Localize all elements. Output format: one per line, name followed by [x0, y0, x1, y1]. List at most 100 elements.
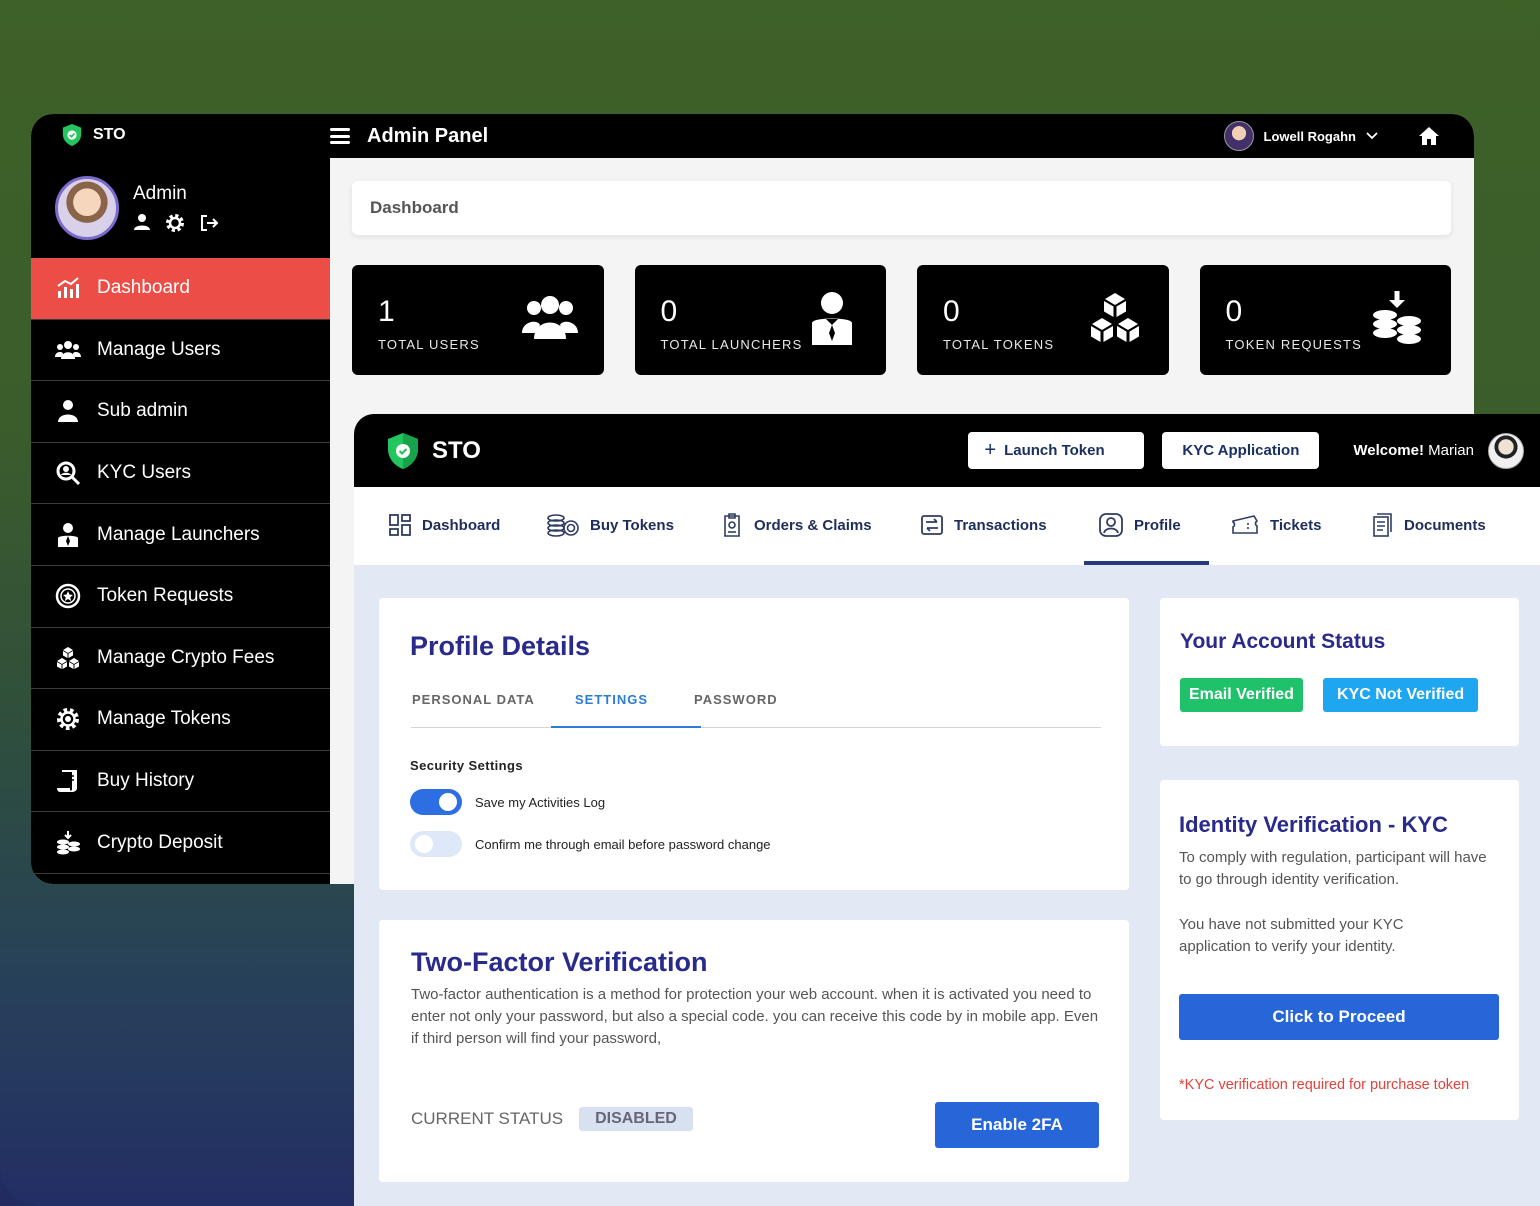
nav-documents[interactable]: Documents — [1372, 511, 1486, 539]
avatar[interactable] — [55, 176, 119, 240]
menu-toggle-icon[interactable] — [330, 128, 350, 144]
stat-value: 0 — [943, 295, 960, 328]
sidebar-item-manage-launchers[interactable]: Manage Launchers — [31, 504, 330, 566]
nav-profile[interactable]: Profile — [1098, 511, 1181, 539]
gear-icon — [57, 708, 79, 731]
sidebar-item-kyc-users[interactable]: KYC Users — [31, 442, 330, 505]
user-search-icon — [56, 461, 81, 486]
sidebar-item-label: Crypto Deposit — [97, 831, 223, 853]
admin-user-name: Admin — [133, 183, 187, 204]
status-badge: DISABLED — [579, 1107, 693, 1131]
admin-sidebar: STO Admin Dashboard Manage Users Sub adm… — [31, 114, 330, 884]
account-status-title: Your Account Status — [1180, 630, 1386, 653]
sidebar-item-label: KYC Users — [97, 462, 191, 484]
active-tab-indicator — [1084, 561, 1209, 565]
admin-topbar: Admin Panel Lowell Rogahn — [330, 114, 1474, 158]
breadcrumb: Dashboard — [352, 181, 1451, 235]
avatar[interactable] — [1223, 121, 1254, 151]
two-factor-status: CURRENT STATUS DISABLED — [411, 1107, 693, 1131]
toggle-label: Save my Activities Log — [475, 794, 606, 810]
activities-log-toggle[interactable] — [410, 789, 462, 815]
nav-buy-tokens[interactable]: Buy Tokens — [546, 511, 674, 539]
user-nav: Dashboard Buy Tokens Orders & Claims Tra… — [354, 487, 1540, 565]
tab-password[interactable]: PASSWORD — [694, 692, 778, 707]
sidebar-item-label: Sub admin — [97, 400, 188, 422]
ticket-icon — [1232, 515, 1259, 534]
email-confirm-toggle[interactable] — [410, 831, 462, 857]
tab-personal-data[interactable]: PERSONAL DATA — [412, 692, 535, 707]
user-menu-name[interactable]: Lowell Rogahn — [1264, 129, 1356, 144]
sidebar-item-manage-users[interactable]: Manage Users — [31, 319, 330, 382]
launch-token-label: Launch Token — [1004, 442, 1105, 459]
users-icon — [521, 296, 578, 339]
enable-2fa-button[interactable]: Enable 2FA — [935, 1102, 1099, 1148]
admin-logo[interactable]: STO — [61, 123, 126, 147]
account-status-card: Your Account Status Email Verified KYC N… — [1160, 598, 1519, 746]
nav-tickets[interactable]: Tickets — [1230, 511, 1321, 539]
sidebar-item-label: Manage Launchers — [97, 523, 260, 545]
stat-cards: 1 TOTAL USERS 0 TOTAL LAUNCHERS 0 TOTAL … — [352, 265, 1451, 375]
stat-label: TOKEN REQUESTS — [1225, 337, 1362, 352]
nav-label: Buy Tokens — [590, 516, 674, 534]
coins-icon — [57, 830, 80, 855]
kyc-status-badge: KYC Not Verified — [1323, 678, 1479, 712]
user-window: STO + Launch Token KYC Application Welco… — [354, 414, 1540, 1206]
nav-dashboard[interactable]: Dashboard — [388, 511, 500, 539]
sidebar-menu: Dashboard Manage Users Sub admin KYC Use… — [31, 258, 330, 874]
nav-transactions[interactable]: Transactions — [920, 511, 1047, 539]
nav-label: Orders & Claims — [754, 516, 872, 534]
sidebar-item-dashboard[interactable]: Dashboard — [31, 258, 330, 320]
stat-label: TOTAL LAUNCHERS — [660, 337, 803, 352]
stat-card-total-users[interactable]: 1 TOTAL USERS — [352, 265, 604, 375]
sidebar-item-label: Token Requests — [97, 585, 234, 607]
exchange-icon — [921, 515, 943, 535]
profile-icon[interactable] — [133, 213, 151, 231]
sidebar-item-buy-history[interactable]: Buy History — [31, 750, 330, 813]
nav-orders-claims[interactable]: Orders & Claims — [720, 511, 872, 539]
sidebar-item-label: Manage Tokens — [97, 708, 231, 730]
shield-icon — [62, 124, 82, 146]
cubes-icon — [1090, 293, 1139, 342]
stat-card-total-tokens[interactable]: 0 TOTAL TOKENS — [917, 265, 1169, 375]
launch-token-button[interactable]: + Launch Token — [968, 432, 1145, 469]
page-title: Admin Panel — [367, 124, 489, 147]
tab-settings[interactable]: SETTINGS — [575, 692, 648, 707]
logout-icon[interactable] — [199, 213, 219, 233]
sidebar-item-manage-tokens[interactable]: Manage Tokens — [31, 689, 330, 751]
stat-card-token-requests[interactable]: 0 TOKEN REQUESTS — [1199, 265, 1451, 375]
sidebar-item-label: Manage Crypto Fees — [97, 646, 275, 668]
click-to-proceed-button[interactable]: Click to Proceed — [1179, 994, 1499, 1040]
chevron-down-icon[interactable] — [1366, 132, 1378, 140]
toggle-label: Confirm me through email before password… — [475, 836, 771, 852]
two-factor-card: Two-Factor Verification Two-factor authe… — [379, 920, 1129, 1182]
kyc-required-note: *KYC verification required for purchase … — [1179, 1077, 1470, 1093]
admin-content: Dashboard 1 TOTAL USERS 0 TOTAL LAUNCHER… — [352, 181, 1451, 375]
user-brand: STO — [432, 436, 481, 464]
kyc-application-button[interactable]: KYC Application — [1162, 432, 1320, 469]
user-logo[interactable]: STO — [386, 432, 481, 470]
sidebar-item-crypto-deposit[interactable]: Crypto Deposit — [31, 812, 330, 874]
receipt-icon — [57, 770, 77, 793]
sidebar-item-sub-admin[interactable]: Sub admin — [31, 381, 330, 443]
home-icon[interactable] — [1418, 126, 1440, 146]
settings-gear-icon[interactable] — [165, 213, 185, 233]
shield-icon — [388, 432, 418, 469]
sidebar-item-label: Buy History — [97, 770, 195, 792]
profile-icon — [1099, 513, 1123, 537]
kyc-card: Identity Verification - KYC To comply wi… — [1160, 780, 1519, 1120]
sidebar-item-token-requests[interactable]: Token Requests — [31, 565, 330, 628]
star-circle-icon — [55, 584, 81, 609]
stat-card-total-launchers[interactable]: 0 TOTAL LAUNCHERS — [634, 265, 886, 375]
user-topbar: STO + Launch Token KYC Application Welco… — [354, 414, 1540, 487]
security-settings-title: Security Settings — [410, 758, 523, 773]
kyc-text-regulation: To comply with regulation, participant w… — [1179, 849, 1487, 888]
stat-label: TOTAL TOKENS — [943, 337, 1055, 352]
toggle-row-activities-log: Save my Activities Log — [410, 789, 605, 815]
sidebar-item-manage-crypto-fees[interactable]: Manage Crypto Fees — [31, 627, 330, 690]
avatar[interactable] — [1488, 432, 1524, 469]
stat-value: 0 — [660, 295, 678, 328]
user-icon — [58, 400, 78, 423]
document-icon — [724, 513, 740, 537]
sidebar-item-label: Dashboard — [97, 277, 190, 299]
two-factor-title: Two-Factor Verification — [411, 947, 708, 977]
